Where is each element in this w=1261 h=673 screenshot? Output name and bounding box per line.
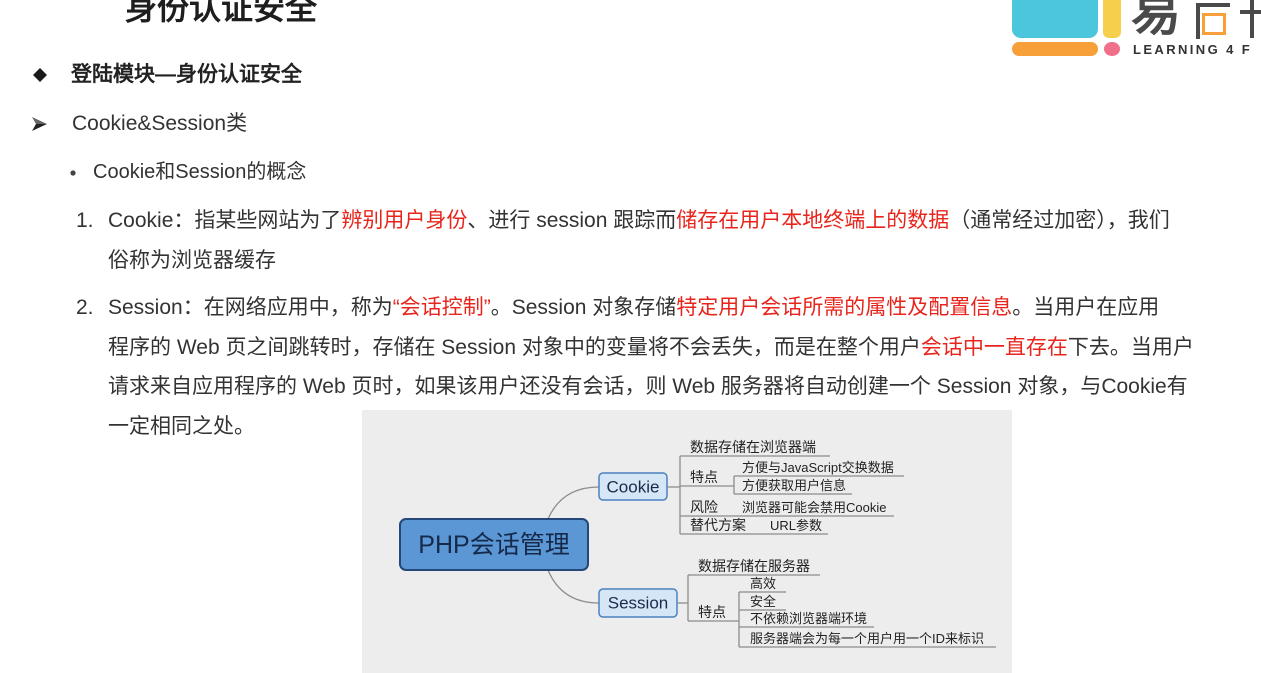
arrow-bullet-bottom bbox=[32, 124, 47, 131]
logo-glyph-wrap: 易 bbox=[1131, 0, 1193, 40]
slide-title-wrap: 身份认证安全 bbox=[125, 0, 355, 23]
text-line: 俗称为浏览器缓存 bbox=[108, 241, 1170, 281]
text-segment: 。Session 对象存储 bbox=[490, 296, 677, 319]
dot-bullet-shape bbox=[70, 170, 76, 176]
diamond-bullet-icon bbox=[33, 68, 47, 82]
logo-glyph-stroke bbox=[1196, 3, 1200, 39]
text-line: 请求来自应用程序的 Web 页时，如果该用户还没有会话，则 Web 服务器将自动… bbox=[108, 367, 1194, 407]
arrow-bullet-top bbox=[32, 117, 47, 124]
session-features-label: 特点 bbox=[698, 604, 726, 620]
slide-title: 身份认证安全 bbox=[125, 0, 318, 23]
cookie-alternative-label: 替代方案 bbox=[690, 517, 746, 533]
highlighted-term: 储存在用户本地终端上的数据 bbox=[676, 209, 950, 232]
session-storage-label: 数据存储在服务器 bbox=[698, 558, 810, 574]
item-number: 1. bbox=[76, 209, 94, 232]
text-segment: 请求来自应用程序的 Web 页时，如果该用户还没有会话，则 Web 服务器将自动… bbox=[108, 375, 1188, 399]
session-feature-item: 服务器端会为每一个用户用一个ID来标识 bbox=[750, 631, 984, 646]
text-segment: （通常经过加密），我们 bbox=[949, 209, 1170, 232]
cookie-definition: Cookie：指某些网站为了辨别用户身份、进行 session 跟踪而储存在用户… bbox=[108, 201, 1170, 281]
arrow-bullet-icon bbox=[32, 117, 47, 131]
mindmap-canvas: PHP会话管理 Cookie 数据存储在浏览器端 特点 方便与JavaScrip… bbox=[399, 439, 996, 648]
item-number: 2. bbox=[76, 296, 94, 319]
connector-root-session bbox=[547, 569, 600, 604]
brand-logo: 易 LEARNING 4 F bbox=[1012, 0, 1261, 58]
diamond-bullet-shape bbox=[33, 68, 47, 82]
text-segment: 。当用户在应用 bbox=[1012, 296, 1160, 319]
cookie-feature-item: 方便获取用户信息 bbox=[742, 478, 846, 493]
text-segment: 下去。当用户 bbox=[1067, 335, 1194, 359]
dot-bullet-icon bbox=[70, 170, 76, 176]
logo-cyan-block bbox=[1012, 0, 1098, 38]
text-segment: 、进行 session 跟踪而 bbox=[467, 209, 677, 232]
cookie-node-label: Cookie bbox=[607, 478, 660, 497]
logo-tagline: LEARNING 4 F bbox=[1133, 42, 1253, 57]
text-line: 程序的 Web 页之间跳转时，存储在 Session 对象中的变量将不会丢失，而… bbox=[108, 328, 1194, 368]
text-segment: 一定相同之处。 bbox=[108, 415, 255, 439]
connector-root-cookie bbox=[547, 486, 600, 520]
concept-heading: Cookie和Session的概念 bbox=[93, 161, 307, 183]
session-node-label: Session bbox=[608, 594, 668, 613]
cookie-alternative-item: URL参数 bbox=[770, 518, 822, 533]
text-line: Cookie：指某些网站为了辨别用户身份、进行 session 跟踪而储存在用户… bbox=[108, 201, 1170, 241]
logo-glyph-square bbox=[1202, 13, 1226, 35]
logo-orange-pill bbox=[1012, 42, 1098, 56]
text-segment: Session：在网络应用中，称为 bbox=[108, 296, 393, 319]
logo-tagline-wrap: LEARNING 4 F bbox=[1133, 42, 1261, 58]
text-segment: 程序的 Web 页之间跳转时，存储在 Session 对象中的变量将不会丢失，而… bbox=[108, 335, 921, 359]
subsection-heading: Cookie&Session类 bbox=[72, 112, 248, 135]
highlighted-term: “会话控制” bbox=[392, 296, 491, 319]
logo-pink-dot bbox=[1104, 42, 1120, 56]
cookie-feature-item: 方便与JavaScript交换数据 bbox=[742, 460, 894, 475]
logo-glyph-stroke bbox=[1250, 0, 1254, 38]
root-node-label: PHP会话管理 bbox=[418, 531, 569, 559]
cookie-risk-label: 风险 bbox=[690, 499, 718, 515]
php-session-mindmap: PHP会话管理 Cookie 数据存储在浏览器端 特点 方便与JavaScrip… bbox=[362, 410, 1012, 673]
text-segment: Cookie：指某些网站为了 bbox=[108, 209, 342, 232]
session-feature-item: 安全 bbox=[750, 594, 776, 609]
highlighted-term: 会话中一直存在 bbox=[920, 335, 1068, 359]
logo-yellow-bar bbox=[1103, 0, 1121, 38]
text-line: Session：在网络应用中，称为“会话控制”。Session 对象存储特定用户… bbox=[108, 288, 1194, 328]
highlighted-term: 特定用户会话所需的属性及配置信息 bbox=[676, 296, 1013, 319]
cookie-features-label: 特点 bbox=[690, 469, 718, 485]
session-feature-item: 高效 bbox=[750, 576, 776, 591]
cookie-risk-item: 浏览器可能会禁用Cookie bbox=[742, 500, 886, 515]
logo-glyph-stroke bbox=[1196, 3, 1230, 7]
session-feature-item: 不依赖浏览器端环境 bbox=[750, 611, 867, 626]
section-heading: 登陆模块—身份认证安全 bbox=[71, 63, 302, 86]
highlighted-term: 辨别用户身份 bbox=[341, 209, 468, 232]
logo-glyph: 易 bbox=[1131, 0, 1181, 40]
text-segment: 俗称为浏览器缓存 bbox=[108, 249, 276, 272]
cookie-storage-label: 数据存储在浏览器端 bbox=[690, 439, 816, 455]
